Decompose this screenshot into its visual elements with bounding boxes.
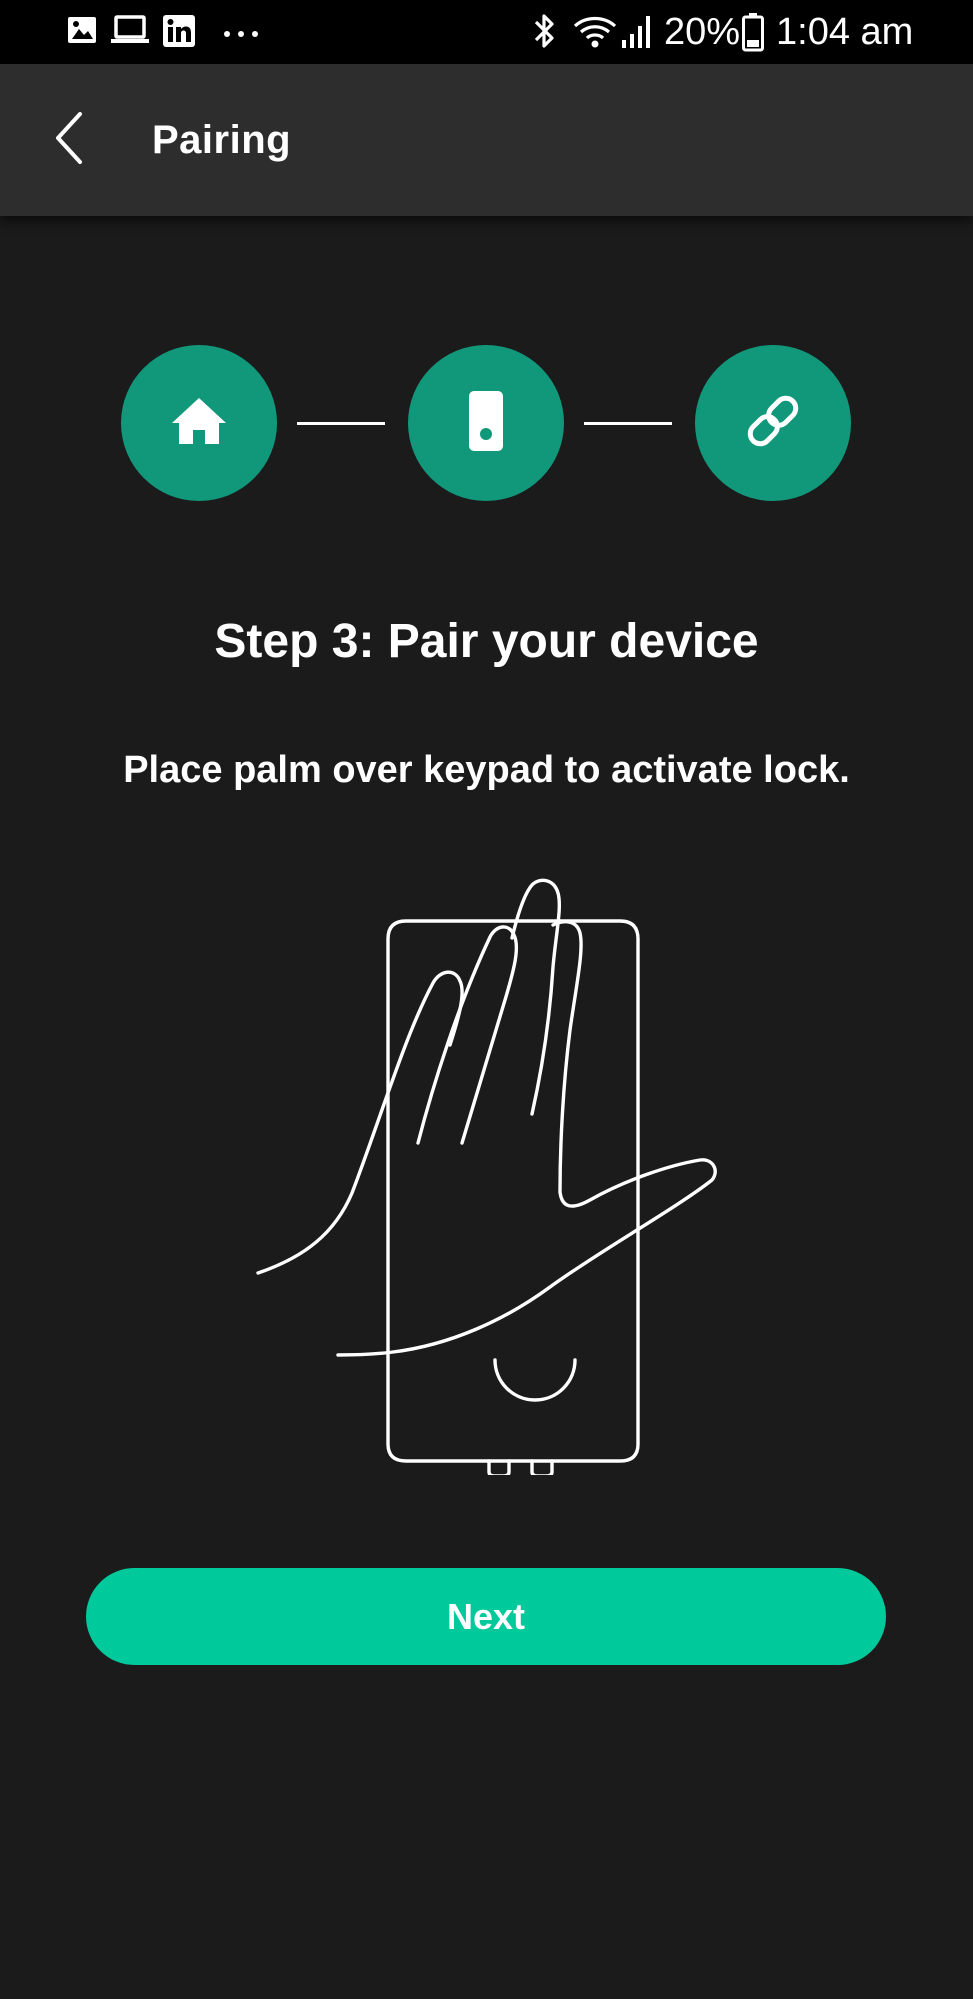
step-connector — [584, 422, 672, 425]
step-3-indicator — [695, 345, 851, 501]
hand-icon — [256, 878, 717, 1357]
app-bar: Pairing — [0, 64, 973, 216]
step-2-indicator — [408, 345, 564, 501]
home-icon — [169, 395, 229, 452]
step-connector — [297, 422, 385, 425]
step-heading: Step 3: Pair your device — [214, 615, 759, 668]
bluetooth-icon — [530, 12, 560, 55]
wifi-icon — [572, 12, 618, 57]
back-button[interactable] — [30, 100, 110, 180]
link-icon — [741, 389, 805, 458]
palm-over-keypad-illustration — [250, 875, 730, 1478]
battery-percent: 20% — [664, 11, 741, 53]
more-dots-icon — [222, 26, 262, 44]
laptop-icon — [110, 14, 150, 51]
next-button[interactable]: Next — [86, 1568, 886, 1665]
page-title: Pairing — [152, 118, 292, 162]
clock: 1:04 am — [776, 11, 914, 53]
step-1-indicator — [121, 345, 277, 501]
status-bar: 20% 1:04 am — [0, 0, 973, 64]
gallery-icon — [66, 14, 98, 51]
keypad-icon — [386, 919, 640, 1463]
progress-stepper — [0, 345, 973, 505]
chevron-left-icon — [50, 110, 90, 171]
signal-icon — [620, 12, 656, 55]
lock-device-icon — [468, 390, 504, 457]
battery-icon — [742, 12, 764, 57]
linkedin-icon — [162, 14, 196, 53]
instruction-text: Place palm over keypad to activate lock. — [123, 749, 850, 791]
